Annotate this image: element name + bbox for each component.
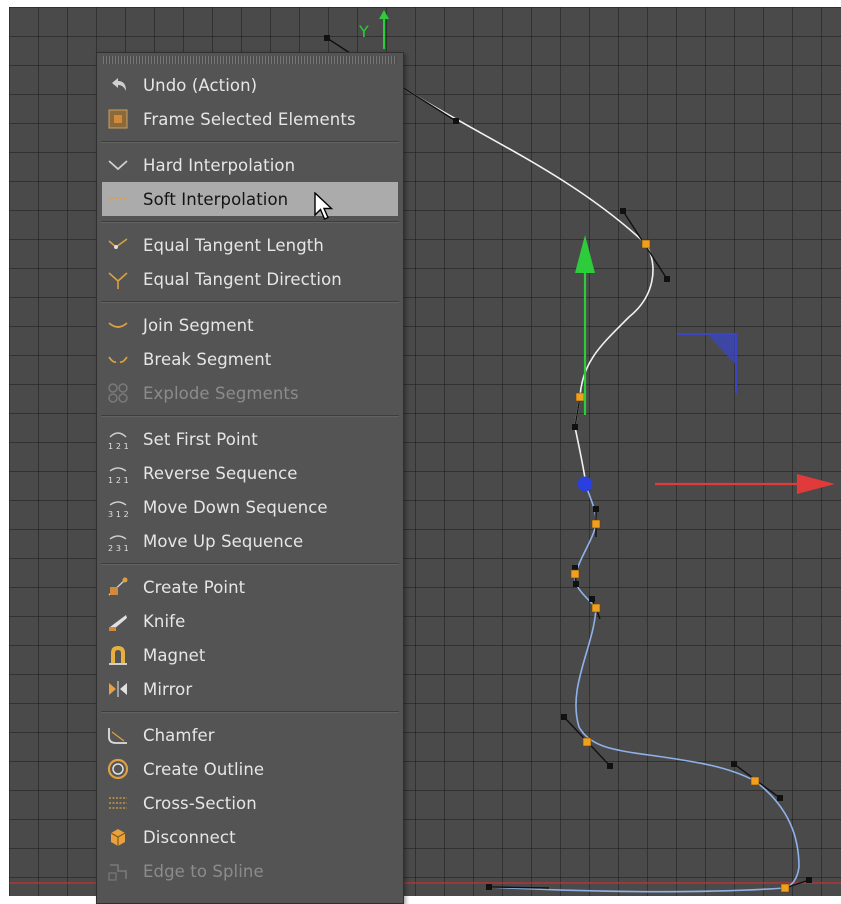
- soft-interpolation-icon: [106, 187, 130, 211]
- menu-separator: [101, 221, 399, 223]
- set-first-point-icon: 1 2 1: [106, 427, 130, 451]
- menu-grip-handle[interactable]: [103, 56, 397, 64]
- menu-item-explode-segments: Explode Segments: [102, 376, 398, 410]
- menu-item-label: Soft Interpolation: [143, 189, 289, 209]
- menu-item-label: Hard Interpolation: [143, 155, 296, 175]
- create-point-icon: [106, 575, 130, 599]
- cross-section-icon: [106, 791, 130, 815]
- join-segment-icon: [106, 313, 130, 337]
- move-gizmo[interactable]: [575, 235, 835, 494]
- menu-separator: [101, 711, 399, 713]
- mirror-icon: [106, 677, 130, 701]
- menu-item-soft-interpolation[interactable]: Soft Interpolation: [102, 182, 398, 216]
- menu-item-label: Create Outline: [143, 759, 265, 779]
- context-menu: Undo (Action) Frame Selected Elements Hard…: [96, 52, 404, 904]
- world-y-axis-indicator: Y: [358, 10, 389, 49]
- spline-curve-blue[interactable]: [488, 484, 800, 893]
- equal-tangent-direction-icon: [106, 267, 130, 291]
- menu-item-cross-section[interactable]: Cross-Section: [102, 786, 398, 820]
- menu-item-label: Mirror: [143, 679, 193, 699]
- menu-item-equal-tangent-direction[interactable]: Equal Tangent Direction: [102, 262, 398, 296]
- y-axis-label: Y: [358, 22, 369, 41]
- gizmo-center[interactable]: [577, 476, 593, 492]
- menu-item-label: Knife: [143, 611, 186, 631]
- menu-separator: [101, 563, 399, 565]
- menu-item-label: Disconnect: [143, 827, 236, 847]
- menu-separator: [101, 415, 399, 417]
- knife-icon: [106, 609, 130, 633]
- move-down-sequence-icon: 3 1 2: [106, 495, 130, 519]
- menu-item-label: Set First Point: [143, 429, 258, 449]
- undo-icon: [106, 73, 130, 97]
- menu-items: Undo (Action) Frame Selected Elements Hard…: [97, 68, 403, 888]
- menu-item-label: Move Up Sequence: [143, 531, 304, 551]
- menu-item-move-up-sequence[interactable]: 2 3 1 Move Up Sequence: [102, 524, 398, 558]
- menu-item-disconnect[interactable]: Disconnect: [102, 820, 398, 854]
- menu-item-equal-tangent-length[interactable]: Equal Tangent Length: [102, 228, 398, 262]
- menu-item-label: Undo (Action): [143, 75, 258, 95]
- edge-to-spline-icon: [106, 859, 130, 883]
- menu-item-magnet[interactable]: Magnet: [102, 638, 398, 672]
- create-outline-icon: [106, 757, 130, 781]
- menu-item-label: Equal Tangent Length: [143, 235, 324, 255]
- chamfer-icon: [106, 723, 130, 747]
- menu-separator: [101, 141, 399, 143]
- menu-item-reverse-sequence[interactable]: 1 2 1 Reverse Sequence: [102, 456, 398, 490]
- menu-item-label: Join Segment: [143, 315, 254, 335]
- menu-item-create-outline[interactable]: Create Outline: [102, 752, 398, 786]
- magnet-icon: [106, 643, 130, 667]
- menu-separator: [101, 301, 399, 303]
- svg-text:1 2 1: 1 2 1: [108, 442, 129, 451]
- menu-item-label: Equal Tangent Direction: [143, 269, 342, 289]
- menu-item-label: Frame Selected Elements: [143, 109, 356, 129]
- svg-text:3 1 2: 3 1 2: [108, 510, 129, 519]
- spline-points[interactable]: [570, 239, 790, 893]
- gizmo-x-arrow-icon[interactable]: [797, 474, 835, 494]
- disconnect-icon: [106, 825, 130, 849]
- break-segment-icon: [106, 347, 130, 371]
- spline-curve-white[interactable]: [393, 81, 654, 486]
- hard-interpolation-icon: [106, 153, 130, 177]
- menu-item-move-down-sequence[interactable]: 3 1 2 Move Down Sequence: [102, 490, 398, 524]
- menu-item-chamfer[interactable]: Chamfer: [102, 718, 398, 752]
- move-up-sequence-icon: 2 3 1: [106, 529, 130, 553]
- menu-item-label: Explode Segments: [143, 383, 299, 403]
- menu-item-set-first-point[interactable]: 1 2 1 Set First Point: [102, 422, 398, 456]
- svg-text:2 3 1: 2 3 1: [108, 544, 129, 553]
- menu-item-label: Cross-Section: [143, 793, 257, 813]
- menu-item-knife[interactable]: Knife: [102, 604, 398, 638]
- gizmo-y-arrow-icon[interactable]: [575, 235, 595, 273]
- menu-item-frame-selected[interactable]: Frame Selected Elements: [102, 102, 398, 136]
- menu-item-label: Reverse Sequence: [143, 463, 298, 483]
- menu-item-label: Edge to Spline: [143, 861, 264, 881]
- menu-item-undo[interactable]: Undo (Action): [102, 68, 398, 102]
- frame-selected-icon: [106, 107, 130, 131]
- svg-text:1 2 1: 1 2 1: [108, 476, 129, 485]
- menu-item-label: Chamfer: [143, 725, 215, 745]
- menu-item-mirror[interactable]: Mirror: [102, 672, 398, 706]
- menu-item-label: Create Point: [143, 577, 246, 597]
- gizmo-plane-fill: [707, 334, 736, 365]
- menu-item-hard-interpolation[interactable]: Hard Interpolation: [102, 148, 398, 182]
- menu-item-break-segment[interactable]: Break Segment: [102, 342, 398, 376]
- mouse-pointer-icon: [314, 192, 334, 220]
- reverse-sequence-icon: 1 2 1: [106, 461, 130, 485]
- menu-item-join-segment[interactable]: Join Segment: [102, 308, 398, 342]
- menu-item-label: Break Segment: [143, 349, 272, 369]
- menu-item-label: Magnet: [143, 645, 206, 665]
- explode-segments-icon: [106, 381, 130, 405]
- menu-item-edge-to-spline: Edge to Spline: [102, 854, 398, 888]
- equal-tangent-length-icon: [106, 233, 130, 257]
- menu-item-create-point[interactable]: Create Point: [102, 570, 398, 604]
- menu-item-label: Move Down Sequence: [143, 497, 328, 517]
